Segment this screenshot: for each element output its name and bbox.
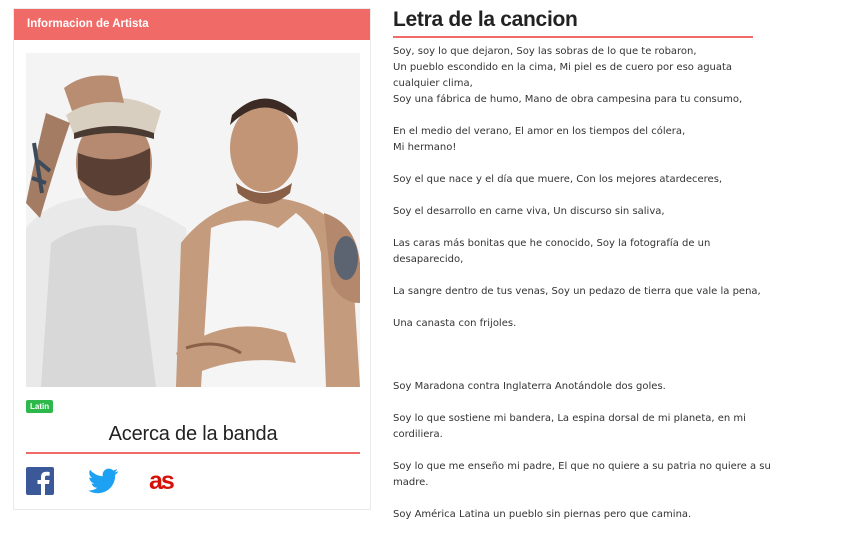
lyrics-divider [393,36,753,38]
lyric-line: La sangre dentro de tus venas, Soy un pe… [393,286,761,297]
artist-panel-header: Informacion de Artista [14,9,370,40]
genre-badge[interactable]: Latin [26,400,54,413]
lastfm-icon[interactable]: as [149,467,185,499]
lyric-line: Soy lo que sostiene mi bandera, La espin… [393,413,746,424]
lyric-line: cordiliera. [393,429,443,440]
lyric-line: Una canasta con frijoles. [393,318,517,329]
lyric-line: En el medio del verano, El amor en los t… [393,126,686,137]
lyric-line: Soy, soy lo que dejaron, Soy las sobras … [393,46,697,57]
twitter-icon[interactable] [87,467,119,499]
artist-info-panel: Informacion de Artista Latin Acerca de l… [13,8,371,510]
lyrics-section: Letra de la cancion Soy, soy lo que deja… [393,8,771,520]
lyric-line: madre. [393,477,429,488]
lyric-line: Soy el que nace y el día que muere, Con … [393,174,723,185]
lyrics-title: Letra de la cancion [393,8,578,31]
lyric-line: Las caras más bonitas que he conocido, S… [393,238,711,249]
lyric-line: Soy una fábrica de humo, Mano de obra ca… [393,94,743,105]
lyric-line: Soy América Latina un pueblo sin piernas… [393,509,692,520]
svg-text:as: as [149,467,174,495]
lyric-line: Mi hermano! [393,142,457,153]
about-band-title: Acerca de la banda [108,423,278,445]
lyric-line: Un pueblo escondido en la cima, Mi piel … [393,62,733,73]
facebook-icon[interactable] [26,467,54,499]
about-divider [26,452,360,454]
lyric-line: cualquier clima, [393,78,473,89]
lyric-line: Soy Maradona contra Inglaterra Anotándol… [393,381,666,392]
lyric-line: Soy lo que me enseño mi padre, El que no… [393,461,771,472]
lyric-line: desaparecido, [393,254,464,265]
artist-photo [26,53,360,387]
lyric-line: Soy el desarrollo en carne viva, Un disc… [393,206,665,217]
